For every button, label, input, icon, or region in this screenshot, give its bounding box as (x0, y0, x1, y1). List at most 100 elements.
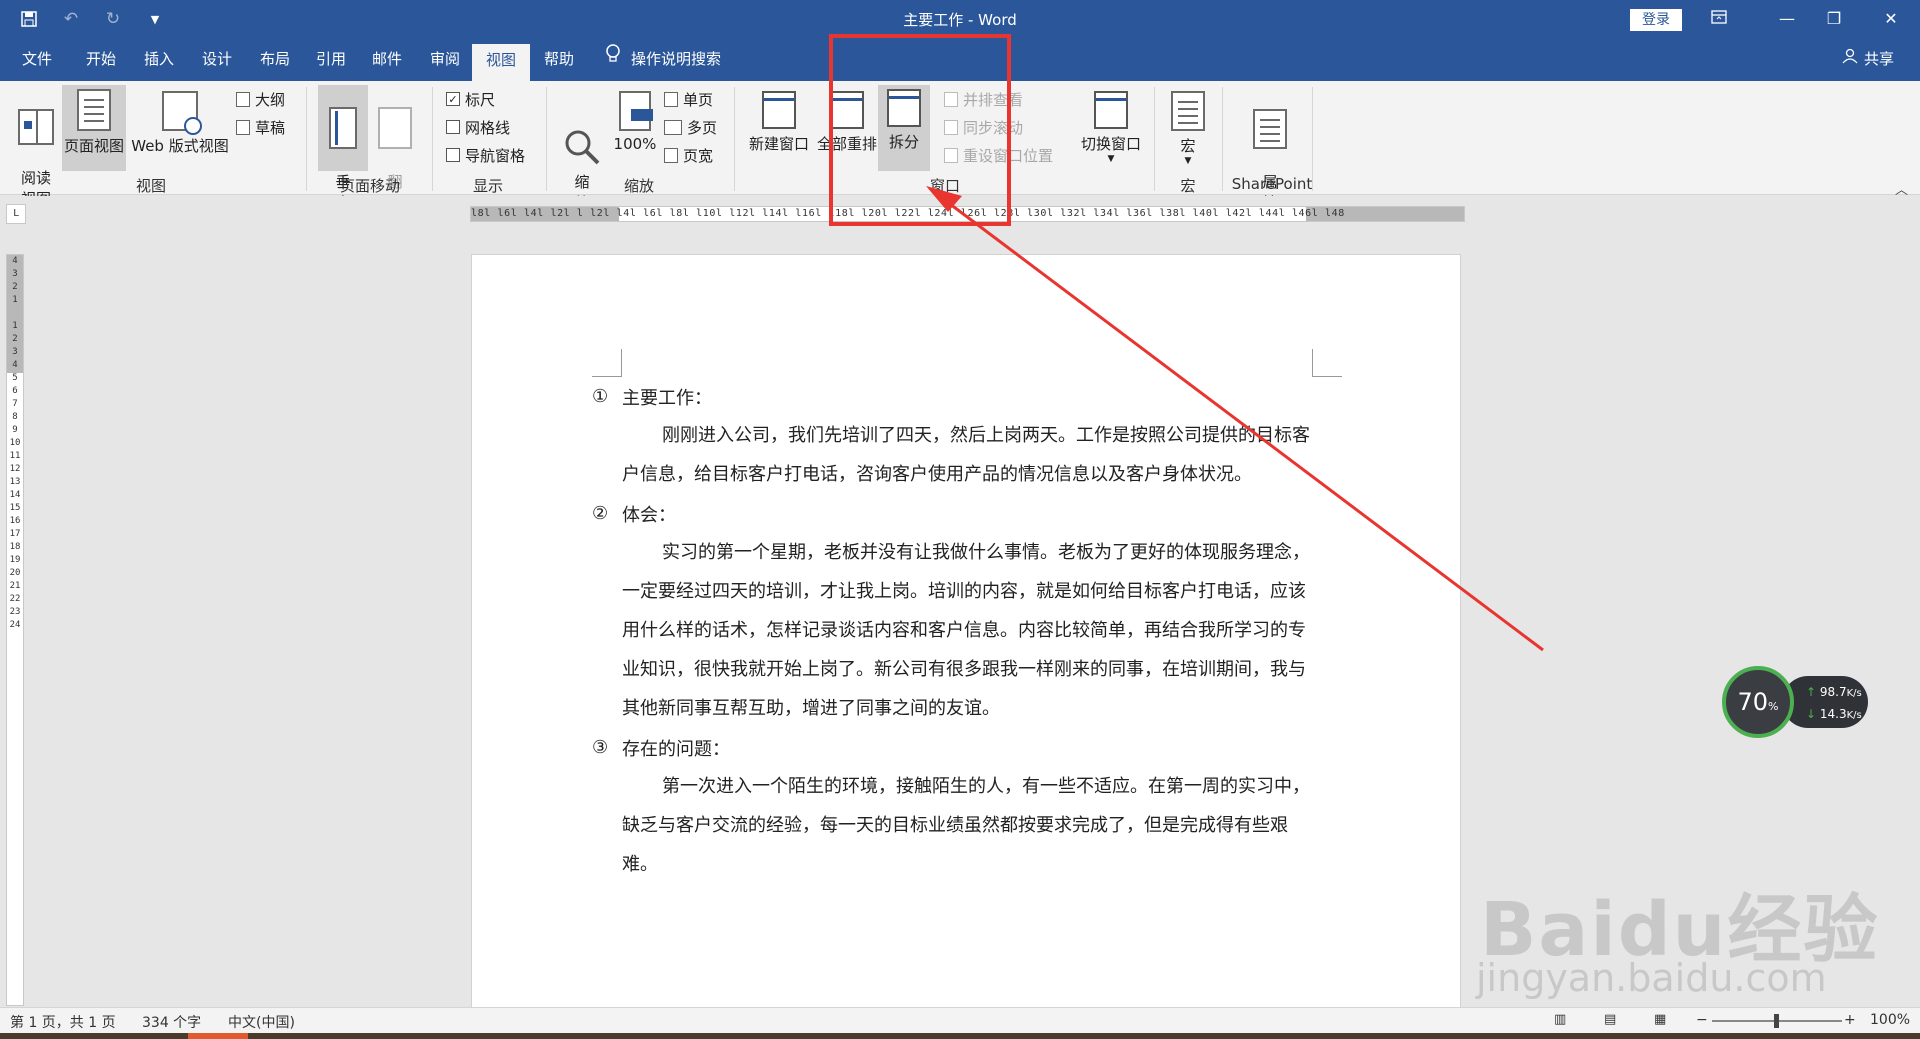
zoom-group-label: 缩放 (623, 177, 654, 195)
print-layout-icon[interactable]: ▤ (1604, 1012, 1616, 1027)
page-width-button[interactable]: 页宽 (664, 143, 713, 167)
tab-view[interactable]: 视图 (472, 44, 531, 81)
ruler-checkbox[interactable]: ✓ 标尺 (446, 87, 495, 111)
group-separator (306, 87, 307, 191)
sync-scroll-icon (944, 119, 958, 135)
sync-scroll-label: 同步滚动 (963, 118, 1024, 137)
one-page-label: 单页 (683, 90, 714, 109)
reset-position-button[interactable]: 重设窗口位置 (944, 143, 1053, 167)
one-page-button[interactable]: 单页 (664, 87, 713, 111)
zoom-in-icon[interactable]: + (1844, 1012, 1856, 1028)
vertical-ruler[interactable]: 4 3 2 1 1 2 3 4 5 6 7 8 9 10 11 12 13 14… (6, 254, 24, 1006)
tab-selector-icon[interactable]: L (6, 204, 26, 224)
arrange-all-button[interactable]: 全部重排 (814, 85, 880, 154)
sharepoint-group-label: SharePoint (1231, 175, 1313, 193)
tab-design[interactable]: 设计 (188, 38, 246, 81)
zoom-slider-thumb[interactable] (1774, 1014, 1779, 1028)
window-group-label: 窗口 (929, 177, 960, 195)
nav-pane-checkbox[interactable]: 导航窗格 (446, 143, 525, 167)
heading-text: 主要工作： (622, 387, 712, 409)
ribbon-display-icon[interactable] (1696, 4, 1742, 34)
tell-me-search[interactable]: 操作说明搜索 (605, 38, 721, 81)
new-window-button[interactable]: 新建窗口 (744, 85, 814, 154)
ruler-row: L l8l l6l l4l l2l l l2l l4l l6l l8l l10l… (0, 196, 1920, 232)
new-window-icon (762, 91, 796, 129)
ruler-numbers: l8l l6l l4l l2l l l2l l4l l6l l8l l10l l… (471, 208, 1345, 219)
side-by-side-button[interactable]: 并排查看 (944, 87, 1023, 111)
reset-position-label: 重设窗口位置 (963, 146, 1054, 165)
side-to-side-icon (378, 107, 412, 149)
paragraph: 刚刚进入公司，我们先培训了四天，然后上岗两天。工作是按照公司提供的目标客户信息，… (622, 425, 1310, 485)
outline-label: 大纲 (255, 90, 286, 109)
share-button[interactable]: 共享 (1842, 38, 1894, 81)
zoom-100-label: 100% (613, 135, 657, 153)
horizontal-ruler[interactable]: l8l l6l l4l l2l l l2l l4l l6l l8l l10l l… (470, 206, 1465, 222)
tab-mailings[interactable]: 邮件 (358, 38, 416, 81)
read-mode-icon[interactable]: ▥ (1554, 1012, 1566, 1027)
sync-scroll-button[interactable]: 同步滚动 (944, 115, 1023, 139)
new-window-label: 新建窗口 (748, 135, 809, 153)
minimize-icon[interactable]: — (1764, 4, 1810, 34)
crop-mark (592, 349, 622, 377)
outline-icon (236, 91, 250, 107)
word-count[interactable]: 334 个字 (142, 1012, 201, 1032)
page-move-group-label: 页面移动 (339, 177, 400, 195)
lightbulb-icon (605, 38, 621, 81)
switch-windows-icon (1094, 91, 1128, 129)
split-button[interactable]: 拆分 (878, 85, 930, 171)
dial-percent-unit: % (1768, 700, 1779, 713)
tab-help[interactable]: 帮助 (530, 38, 588, 81)
tab-insert[interactable]: 插入 (130, 38, 188, 81)
language[interactable]: 中文(中国) (228, 1012, 295, 1032)
switch-windows-label: 切换窗口 (1080, 135, 1141, 153)
gridlines-checkbox[interactable]: 网格线 (446, 115, 510, 139)
draft-button[interactable]: 草稿 (236, 115, 285, 139)
taskbar-strip (0, 1033, 1920, 1039)
tab-references[interactable]: 引用 (302, 38, 360, 81)
zoom-100-button[interactable]: 100% (612, 85, 658, 153)
page-width-label: 页宽 (683, 146, 714, 165)
macros-icon (1171, 91, 1205, 131)
group-separator (432, 87, 433, 191)
zoom-slider[interactable] (1712, 1014, 1842, 1028)
watermark-url: jingyan.baidu.com (1476, 956, 1827, 1000)
macros-button[interactable]: 宏 ▼ (1166, 85, 1210, 166)
group-separator (1312, 87, 1313, 191)
multiple-pages-button[interactable]: 多页 (664, 115, 717, 139)
tell-me-label: 操作说明搜索 (631, 50, 722, 68)
views-group-label: 视图 (135, 177, 166, 195)
page-count[interactable]: 第 1 页，共 1 页 (10, 1012, 116, 1032)
tab-home[interactable]: 开始 (72, 38, 130, 81)
download-speed: 14.3 (1819, 707, 1847, 721)
tab-review[interactable]: 审阅 (416, 38, 474, 81)
read-mode-icon (18, 109, 54, 145)
download-arrow-icon: ↓ (1806, 707, 1817, 721)
multiple-pages-label: 多页 (687, 118, 718, 137)
tab-layout[interactable]: 布局 (246, 38, 304, 81)
document-page[interactable]: ① 主要工作： 刚刚进入公司，我们先培训了四天，然后上岗两天。工作是按照公司提供… (471, 254, 1461, 1007)
outline-button[interactable]: 大纲 (236, 87, 285, 111)
login-button[interactable]: 登录 (1630, 9, 1682, 31)
paragraph: 实习的第一个星期，老板并没有让我做什么事情。老板为了更好的体现服务理念，一定要经… (622, 542, 1310, 719)
print-layout-button[interactable]: 页面视图 (62, 85, 126, 171)
vertical-button[interactable]: 垂 直 (318, 85, 368, 212)
switch-windows-button[interactable]: 切换窗口 ▼ (1078, 85, 1144, 164)
print-layout-label: 页面视图 (63, 137, 124, 155)
web-layout-button[interactable]: Web 版式视图 (128, 85, 232, 156)
list-number: ③ (592, 737, 609, 758)
tab-file[interactable]: 文件 (8, 38, 66, 81)
section-heading: ① 主要工作： (592, 377, 1312, 416)
zoom-level[interactable]: 100% (1870, 1012, 1910, 1028)
section-heading: ③ 存在的问题： (592, 728, 1312, 767)
zoom-out-icon[interactable]: − (1696, 1012, 1708, 1028)
network-speed-widget[interactable]: ↑ 98.7K/s ↓ 14.3K/s 70% (1722, 666, 1870, 738)
web-layout-icon[interactable]: ▦ (1654, 1012, 1666, 1027)
close-icon[interactable]: ✕ (1868, 4, 1914, 34)
draft-label: 草稿 (255, 118, 286, 137)
heading-text: 体会： (622, 504, 676, 526)
page-width-icon (664, 147, 678, 163)
restore-icon[interactable]: ❐ (1811, 4, 1857, 34)
side-by-side-label: 并排查看 (963, 90, 1024, 109)
group-separator (546, 87, 547, 191)
document-content[interactable]: ① 主要工作： 刚刚进入公司，我们先培训了四天，然后上岗两天。工作是按照公司提供… (592, 377, 1312, 884)
